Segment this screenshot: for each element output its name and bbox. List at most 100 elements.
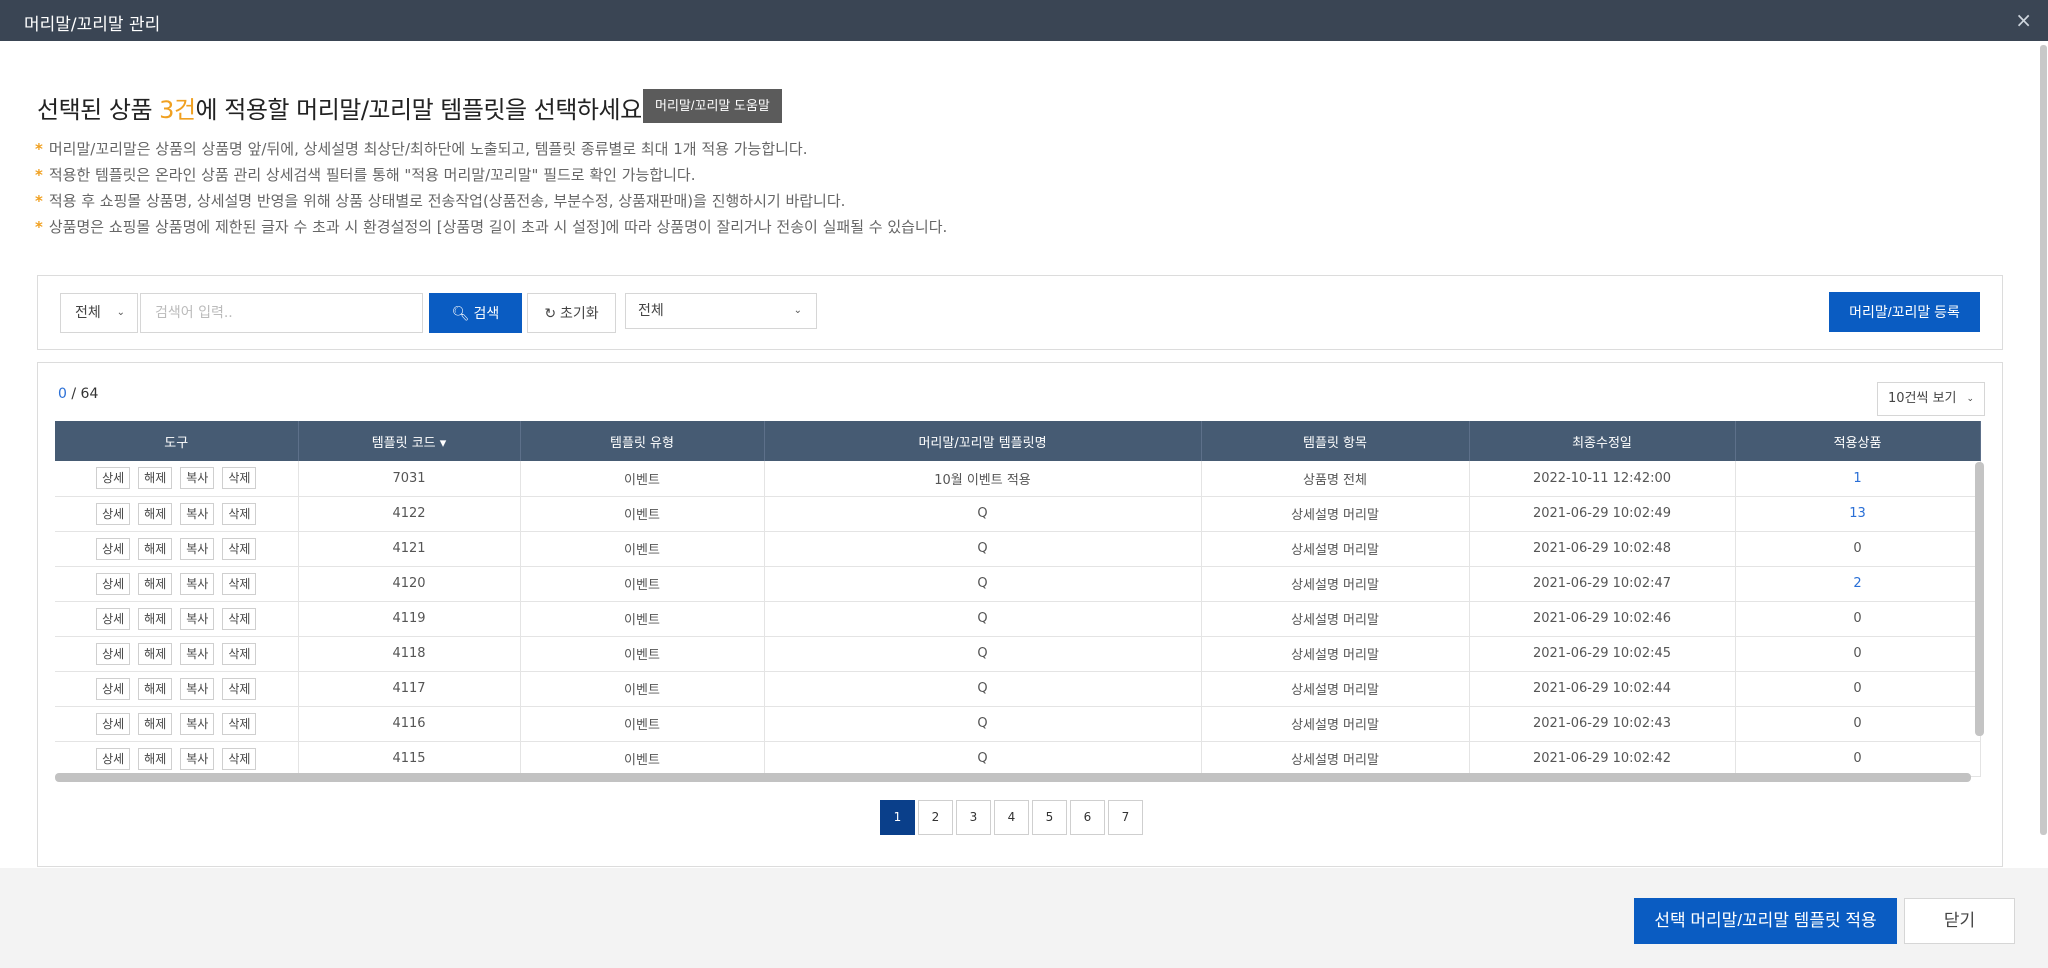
asterisk-icon: * <box>35 140 43 158</box>
heading-prefix: 선택된 상품 <box>37 96 160 124</box>
delete-button[interactable]: 삭제 <box>222 572 257 595</box>
template-item-cell: 상세설명 머리말 <box>1201 706 1470 742</box>
apply-template-button[interactable]: 선택 머리말/꼬리말 템플릿 적용 <box>1634 898 1897 944</box>
table-row[interactable]: 상세 해제 복사 삭제 4118 이벤트 Q 상세설명 머리말 2021-06-29 10:02… <box>55 636 1981 672</box>
detail-button[interactable]: 상세 <box>96 642 131 665</box>
delete-button[interactable]: 삭제 <box>222 747 257 770</box>
release-button[interactable]: 해제 <box>138 642 173 665</box>
copy-button[interactable]: 복사 <box>180 467 215 490</box>
table-row[interactable]: 상세 해제 복사 삭제 4122 이벤트 Q 상세설명 머리말 2021-06-29 10:02… <box>55 496 1981 532</box>
column-header-sortable[interactable]: 템플릿 코드 ▾ <box>298 421 521 461</box>
tools-cell: 상세 해제 복사 삭제 <box>55 461 299 497</box>
detail-button[interactable]: 상세 <box>96 607 131 630</box>
copy-button[interactable]: 복사 <box>180 642 215 665</box>
detail-button[interactable]: 상세 <box>96 572 131 595</box>
applied-count-cell: 0 <box>1735 741 1981 777</box>
close-icon[interactable]: × <box>2015 8 2032 32</box>
template-code-cell: 4119 <box>298 601 521 637</box>
template-type-cell: 이벤트 <box>520 566 765 602</box>
table-row[interactable]: 상세 해제 복사 삭제 4115 이벤트 Q 상세설명 머리말 2021-06-29 10:02… <box>55 741 1981 777</box>
delete-button[interactable]: 삭제 <box>222 467 257 490</box>
release-button[interactable]: 해제 <box>138 572 173 595</box>
template-type-select[interactable]: 전체 ⌄ <box>625 293 817 329</box>
applied-count-cell: 0 <box>1735 601 1981 637</box>
reset-button[interactable]: ↻ 초기화 <box>527 293 616 333</box>
chevron-down-icon: ⌄ <box>793 305 802 316</box>
page-size-select[interactable]: 10건씩 보기 ⌄ <box>1877 382 1985 416</box>
applied-count-cell: 0 <box>1735 706 1981 742</box>
template-code-cell: 4116 <box>298 706 521 742</box>
column-header: 최종수정일 <box>1469 421 1736 461</box>
table-row[interactable]: 상세 해제 복사 삭제 7031 이벤트 10월 이벤트 적용 상품명 전체 2022-10-1… <box>55 461 1981 497</box>
delete-button[interactable]: 삭제 <box>222 607 257 630</box>
detail-button[interactable]: 상세 <box>96 467 131 490</box>
close-button[interactable]: 닫기 <box>1904 898 2015 944</box>
copy-button[interactable]: 복사 <box>180 712 215 735</box>
window-title: 머리말/꼬리말 관리 <box>24 15 161 35</box>
search-scope-select[interactable]: 전체 ⌄ <box>60 293 138 333</box>
template-code-cell: 4117 <box>298 671 521 707</box>
copy-button[interactable]: 복사 <box>180 607 215 630</box>
copy-button[interactable]: 복사 <box>180 747 215 770</box>
copy-button[interactable]: 복사 <box>180 537 215 560</box>
copy-button[interactable]: 복사 <box>180 677 215 700</box>
page-button[interactable]: 4 <box>994 800 1029 835</box>
release-button[interactable]: 해제 <box>138 607 173 630</box>
detail-button[interactable]: 상세 <box>96 747 131 770</box>
detail-button[interactable]: 상세 <box>96 677 131 700</box>
asterisk-icon: * <box>35 192 43 210</box>
modified-date-cell: 2021-06-29 10:02:42 <box>1469 741 1736 777</box>
page-button[interactable]: 6 <box>1070 800 1105 835</box>
detail-button[interactable]: 상세 <box>96 712 131 735</box>
table-row[interactable]: 상세 해제 복사 삭제 4116 이벤트 Q 상세설명 머리말 2021-06-29 10:02… <box>55 706 1981 742</box>
release-button[interactable]: 해제 <box>138 747 173 770</box>
template-name-cell: Q <box>764 741 1202 777</box>
applied-count-cell[interactable]: 13 <box>1735 496 1981 532</box>
tools-cell: 상세 해제 복사 삭제 <box>55 566 299 602</box>
delete-button[interactable]: 삭제 <box>222 502 257 525</box>
release-button[interactable]: 해제 <box>138 537 173 560</box>
column-header: 적용상품 <box>1735 421 1981 461</box>
copy-button[interactable]: 복사 <box>180 502 215 525</box>
table-row[interactable]: 상세 해제 복사 삭제 4117 이벤트 Q 상세설명 머리말 2021-06-29 10:02… <box>55 671 1981 707</box>
vertical-scrollbar[interactable] <box>1975 462 1984 736</box>
delete-button[interactable]: 삭제 <box>222 642 257 665</box>
dialog-scrollbar[interactable] <box>2040 45 2047 835</box>
delete-button[interactable]: 삭제 <box>222 677 257 700</box>
template-name-cell: Q <box>764 636 1202 672</box>
detail-button[interactable]: 상세 <box>96 537 131 560</box>
release-button[interactable]: 해제 <box>138 677 173 700</box>
help-button[interactable]: 머리말/꼬리말 도움말 <box>643 89 782 123</box>
release-button[interactable]: 해제 <box>138 502 173 525</box>
search-button[interactable]: 🔍︎ 검색 <box>429 293 522 333</box>
template-type-cell: 이벤트 <box>520 706 765 742</box>
search-panel: 전체 ⌄ 🔍︎ 검색 ↻ 초기화 전체 ⌄ 머리말/꼬리말 등록 <box>37 275 2003 350</box>
release-button[interactable]: 해제 <box>138 712 173 735</box>
search-input[interactable] <box>140 293 423 333</box>
note-item: * 적용 후 쇼핑몰 상품명, 상세설명 반영을 위해 상품 상태별로 전송작업(… <box>35 192 846 210</box>
table-row[interactable]: 상세 해제 복사 삭제 4120 이벤트 Q 상세설명 머리말 2021-06-29 10:02… <box>55 566 1981 602</box>
detail-button[interactable]: 상세 <box>96 502 131 525</box>
copy-button[interactable]: 복사 <box>180 572 215 595</box>
page-button[interactable]: 7 <box>1108 800 1143 835</box>
table-row[interactable]: 상세 해제 복사 삭제 4119 이벤트 Q 상세설명 머리말 2021-06-29 10:02… <box>55 601 1981 637</box>
asterisk-icon: * <box>35 166 43 184</box>
release-button[interactable]: 해제 <box>138 467 173 490</box>
page-button[interactable]: 2 <box>918 800 953 835</box>
register-template-button[interactable]: 머리말/꼬리말 등록 <box>1829 292 1980 332</box>
template-list-panel: 0 / 64 10건씩 보기 ⌄ 도구 템플릿 코드 ▾ 템플릿 유형 머리말/… <box>37 362 2003 867</box>
page-button[interactable]: 1 <box>880 800 915 835</box>
tools-cell: 상세 해제 복사 삭제 <box>55 496 299 532</box>
page-button[interactable]: 3 <box>956 800 991 835</box>
template-name-cell: Q <box>764 566 1202 602</box>
applied-count-cell[interactable]: 2 <box>1735 566 1981 602</box>
delete-button[interactable]: 삭제 <box>222 537 257 560</box>
horizontal-scrollbar[interactable] <box>55 773 1971 782</box>
page-button[interactable]: 5 <box>1032 800 1067 835</box>
applied-count-cell[interactable]: 1 <box>1735 461 1981 497</box>
note-item: * 상품명은 쇼핑몰 상품명에 제한된 글자 수 초과 시 환경설정의 [상품명 … <box>35 218 948 236</box>
table-row[interactable]: 상세 해제 복사 삭제 4121 이벤트 Q 상세설명 머리말 2021-06-29 10:02… <box>55 531 1981 567</box>
delete-button[interactable]: 삭제 <box>222 712 257 735</box>
modified-date-cell: 2022-10-11 12:42:00 <box>1469 461 1736 497</box>
modified-date-cell: 2021-06-29 10:02:46 <box>1469 601 1736 637</box>
